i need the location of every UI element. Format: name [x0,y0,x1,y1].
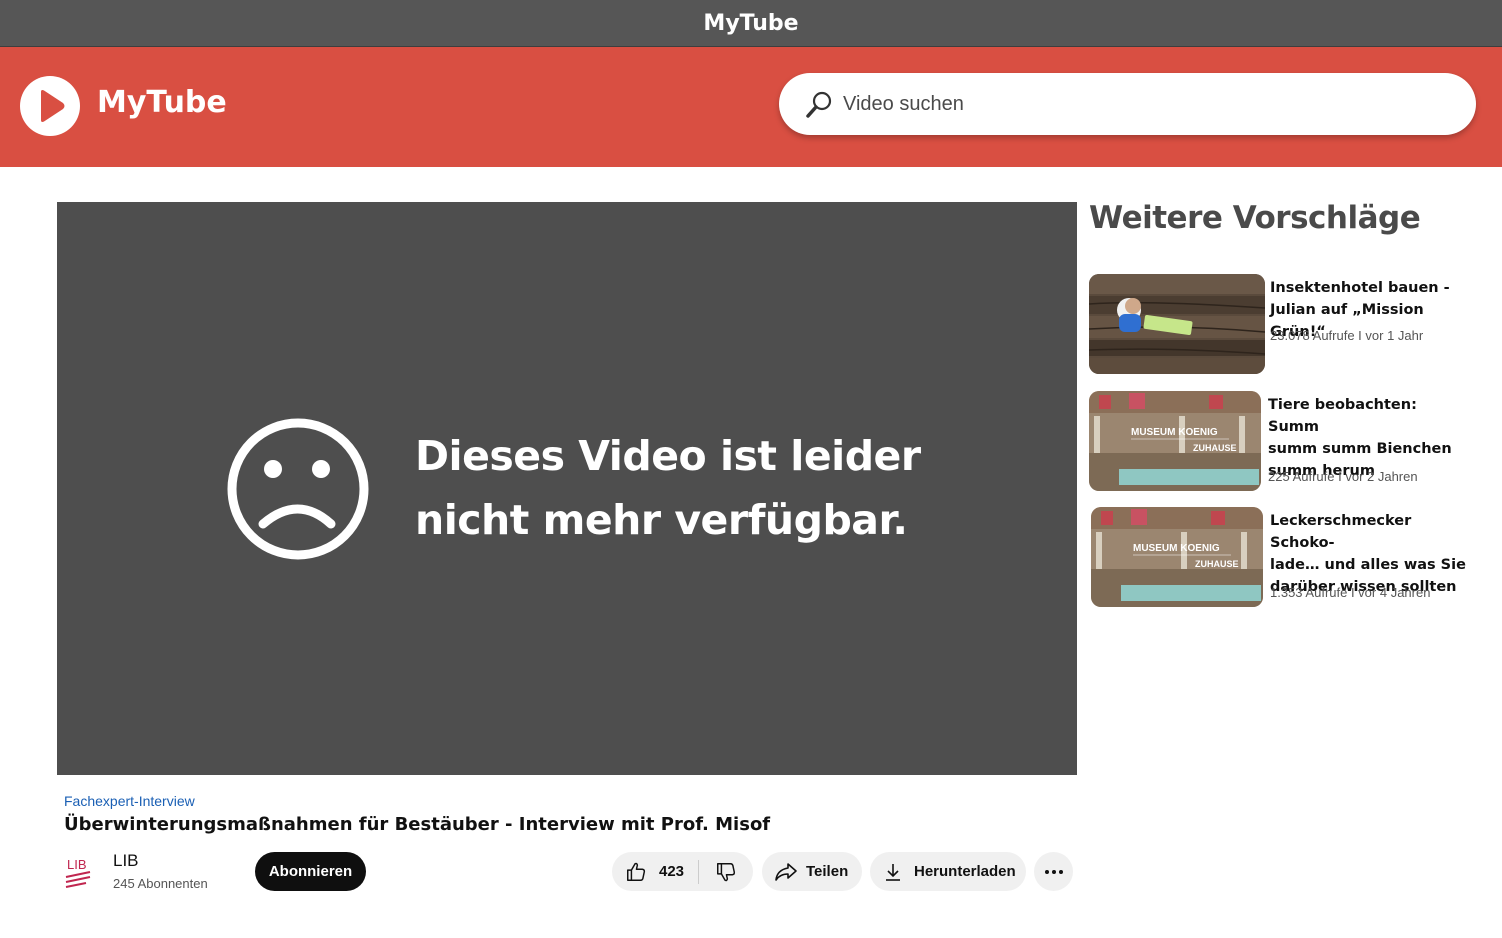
thumbs-down-icon [717,862,736,881]
suggestion-meta: 225 Aufrufe I vor 2 Jahren [1268,469,1418,484]
video-category-link[interactable]: Fachexpert-Interview [64,793,195,809]
unavailable-message: Dieses Video ist leider nicht mehr verfü… [415,432,921,544]
sad-face-icon [227,418,369,560]
channel-avatar[interactable]: LIB [62,853,96,889]
download-label: Herunterladen [914,863,1016,880]
svg-text:ZUHAUSE: ZUHAUSE [1195,559,1239,569]
app-header: MyTube [0,47,1502,167]
subscriber-count: 245 Abonnenten [113,876,208,891]
video-thumbnail[interactable] [1089,274,1265,374]
download-button[interactable]: Herunterladen [870,852,1026,891]
search-icon[interactable] [805,89,835,124]
share-label: Teilen [806,863,849,880]
suggestions-heading: Weitere Vorschläge [1089,200,1421,236]
suggestion-meta: 1.353 Aufrufe I vor 4 Jahren [1270,585,1431,600]
video-thumbnail[interactable]: MUSEUM KOENIG ZUHAUSE [1091,507,1263,607]
more-icon [1044,869,1063,874]
video-thumbnail[interactable]: MUSEUM KOENIG ZUHAUSE [1089,391,1261,491]
channel-name[interactable]: LIB [113,851,139,871]
thumbs-up-icon [627,862,646,881]
svg-text:MUSEUM KOENIG: MUSEUM KOENIG [1131,427,1218,438]
logo-text[interactable]: MyTube [97,85,227,120]
search-bar[interactable] [779,73,1476,135]
search-input[interactable] [843,87,1443,121]
video-player[interactable]: Dieses Video ist leider nicht mehr verfü… [57,202,1077,775]
svg-text:MUSEUM KOENIG: MUSEUM KOENIG [1133,543,1220,554]
more-options-button[interactable] [1034,852,1073,891]
video-title: Überwinterungsmaßnahmen für Bestäuber - … [64,814,771,835]
window-title: MyTube [703,10,799,36]
like-count: 423 [659,863,685,880]
like-dislike-group: 423 [612,852,753,891]
svg-text:ZUHAUSE: ZUHAUSE [1193,443,1237,453]
channel-logo-text: LIB [67,857,87,872]
share-icon [775,862,797,881]
window-titlebar: MyTube [0,0,1502,47]
suggestion-meta: 23.078 Aufrufe I vor 1 Jahr [1270,328,1424,343]
dislike-button[interactable] [699,852,753,891]
logo-play-icon[interactable] [20,76,80,136]
subscribe-button[interactable]: Abonnieren [255,852,366,891]
share-button[interactable]: Teilen [762,852,862,891]
download-icon [886,863,900,881]
like-button[interactable]: 423 [612,852,698,891]
